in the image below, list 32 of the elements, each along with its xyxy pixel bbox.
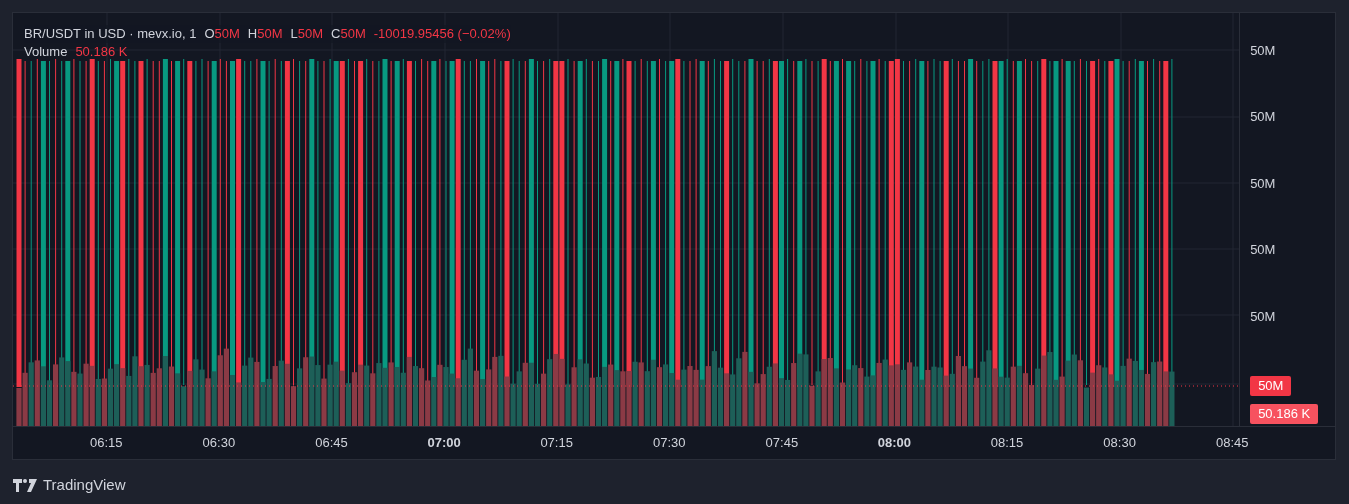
ohlc-value: 50M — [257, 25, 283, 43]
volume-value: 50.186 K — [75, 43, 128, 61]
ohlc-value: 50M — [214, 25, 240, 43]
price-change: -10019.95456 (−0.02%) — [373, 25, 511, 43]
volume-label: Volume — [24, 43, 68, 61]
ohlc-label: O — [204, 25, 215, 43]
time-tick: 06:15 — [90, 434, 123, 453]
symbol-title: BR/USDT in USD · mevx.io, 1 — [24, 25, 197, 43]
time-tick: 08:30 — [1103, 434, 1136, 453]
time-tick: 07:45 — [765, 434, 799, 453]
logo-icon — [13, 478, 37, 492]
price-tick: 50M — [1250, 307, 1276, 326]
ohlc-value: 50M — [297, 25, 324, 43]
time-tick: 07:30 — [653, 434, 686, 453]
volume-price-label: 50.186 K — [1250, 404, 1319, 424]
time-tick: 07:00 — [427, 434, 461, 453]
brand-name[interactable]: TradingView — [43, 474, 126, 497]
time-tick: 08:45 — [1215, 434, 1249, 453]
time-tick: 06:45 — [315, 434, 348, 453]
ohlc-label: C — [331, 25, 341, 43]
price-tick: 50M — [1250, 241, 1276, 259]
price-tick: 50M — [1250, 174, 1276, 193]
ohlc-label: H — [247, 25, 258, 43]
price-tick: 50M — [1250, 41, 1276, 60]
price-tick: 50M — [1250, 108, 1276, 126]
time-tick: 06:30 — [202, 434, 236, 453]
ohlc-value: 50M — [340, 25, 366, 43]
price-label: 50M — [1250, 376, 1292, 396]
time-tick: 08:00 — [877, 434, 912, 453]
time-tick: 07:15 — [540, 434, 573, 453]
ohlc-label: L — [290, 25, 298, 43]
time-tick: 08:15 — [990, 434, 1024, 453]
